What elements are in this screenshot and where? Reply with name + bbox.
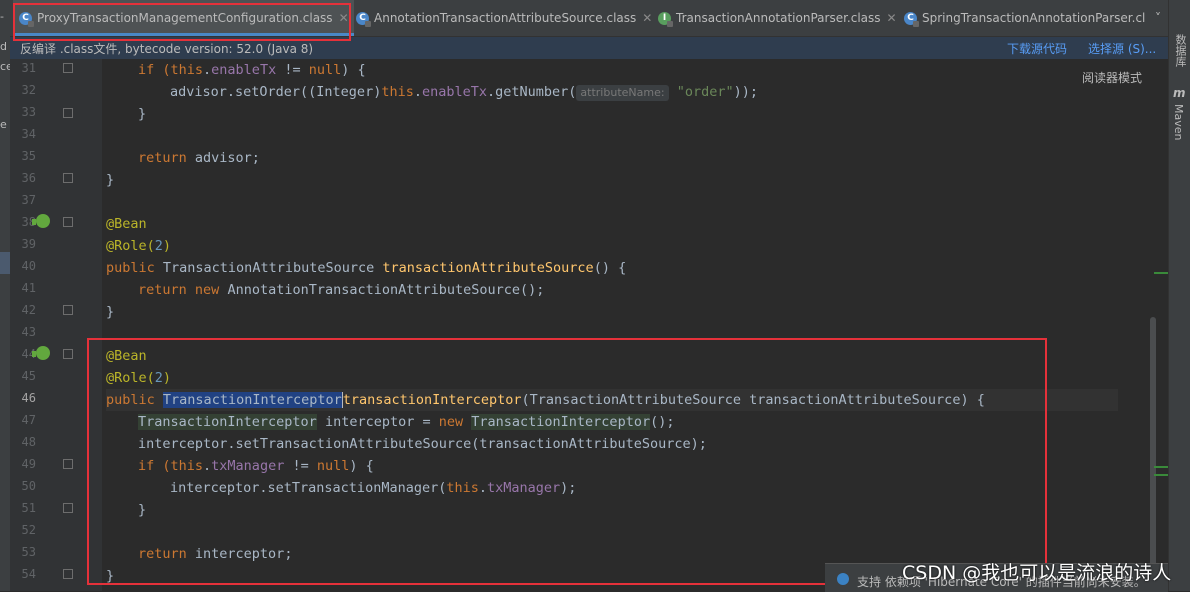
maven-icon: m — [1173, 86, 1186, 100]
maven-tool-button[interactable]: Maven — [1172, 104, 1185, 140]
decompiled-message: 反编译 .class文件, bytecode version: 52.0 (Ja… — [20, 42, 314, 56]
line-number: 49 — [21, 457, 36, 471]
scrollbar-thumb[interactable] — [1150, 317, 1156, 591]
left-strip-label: e — [0, 118, 7, 131]
fold-icon[interactable] — [63, 173, 73, 183]
left-strip-label: - — [0, 10, 4, 23]
line-number: 39 — [21, 237, 36, 251]
tab-spring-transaction-annotation-parser[interactable]: C SpringTransactionAnnotationParser.cl — [900, 0, 1150, 36]
fold-icon[interactable] — [63, 503, 73, 513]
code-line-42: } — [106, 304, 115, 320]
class-icon: C — [904, 11, 919, 27]
code-line-32: advisor.setOrder((Integer)this.enableTx.… — [170, 84, 758, 101]
choose-sources-link[interactable]: 选择源 (S)... — [1088, 40, 1156, 57]
parameter-hint: attributeName: — [576, 85, 669, 101]
line-number: 53 — [21, 545, 36, 559]
line-number: 41 — [21, 281, 36, 295]
database-tool-button[interactable]: 数据库 — [1172, 34, 1188, 67]
spring-bean-icon[interactable] — [32, 346, 50, 360]
download-sources-link[interactable]: 下载源代码 — [1007, 40, 1067, 57]
line-number: 50 — [21, 479, 36, 493]
line-number: 47 — [21, 413, 36, 427]
line-number: 45 — [21, 369, 36, 383]
fold-icon[interactable] — [63, 108, 73, 118]
line-number: 31 — [21, 61, 36, 75]
code-line-35: return advisor; — [138, 150, 260, 166]
line-number: 36 — [21, 171, 36, 185]
left-strip-selection — [0, 252, 10, 274]
line-number-current: 46 — [21, 391, 36, 405]
close-icon[interactable]: ✕ — [642, 11, 652, 25]
tab-transaction-annotation-parser[interactable]: I TransactionAnnotationParser.class ✕ — [654, 0, 898, 36]
tab-label: AnnotationTransactionAttributeSource.cla… — [374, 11, 637, 25]
interface-icon: I — [658, 11, 673, 27]
line-number: 43 — [21, 325, 36, 339]
right-tool-strip: 数据库 m Maven — [1168, 0, 1190, 591]
tab-overflow-chevron-icon[interactable]: ˅ — [1148, 0, 1168, 36]
line-number: 54 — [21, 567, 36, 581]
reader-mode-button[interactable]: 阅读器模式 — [1082, 69, 1142, 86]
line-number: 52 — [21, 523, 36, 537]
line-number: 32 — [21, 83, 36, 97]
code-highlight-box — [87, 338, 1047, 585]
class-icon: C — [356, 11, 371, 27]
tab-label: SpringTransactionAnnotationParser.cl — [922, 11, 1146, 25]
change-marker[interactable] — [1154, 272, 1168, 274]
code-line-36: } — [106, 172, 115, 188]
change-marker[interactable] — [1154, 466, 1168, 468]
left-strip-label: ce — [0, 60, 10, 73]
info-icon — [837, 573, 849, 585]
fold-icon[interactable] — [63, 569, 73, 579]
code-line-40: public TransactionAttributeSource transa… — [106, 260, 627, 276]
change-marker[interactable] — [1154, 474, 1168, 476]
left-strip-label: d — [0, 40, 7, 53]
fold-icon[interactable] — [63, 63, 73, 73]
active-tab-highlight-box — [13, 3, 351, 41]
code-line-33: } — [138, 106, 147, 122]
code-line-41: return new AnnotationTransactionAttribut… — [138, 282, 545, 298]
fold-icon[interactable] — [63, 459, 73, 469]
close-icon[interactable]: ✕ — [887, 11, 897, 25]
line-number: 35 — [21, 149, 36, 163]
line-number: 33 — [21, 105, 36, 119]
tab-label: TransactionAnnotationParser.class — [676, 11, 881, 25]
tab-annotation-transaction-attribute-source[interactable]: C AnnotationTransactionAttributeSource.c… — [352, 0, 656, 36]
line-number: 48 — [21, 435, 36, 449]
csdn-watermark: CSDN @我也可以是流浪的诗人 — [902, 562, 1172, 584]
code-line-31: if (this.enableTx != null) { — [138, 62, 366, 78]
line-number: 51 — [21, 501, 36, 515]
line-number: 42 — [21, 303, 36, 317]
spring-bean-icon[interactable] — [32, 214, 50, 228]
project-tool-strip[interactable]: - d ce e — [0, 0, 10, 591]
line-number: 40 — [21, 259, 36, 273]
fold-icon[interactable] — [63, 217, 73, 227]
editor-scrollbar[interactable] — [1148, 59, 1158, 591]
code-line-38: @Bean — [106, 216, 147, 232]
line-number: 34 — [21, 127, 36, 141]
fold-icon[interactable] — [63, 305, 73, 315]
fold-icon[interactable] — [63, 349, 73, 359]
code-line-39: @Role(2) — [106, 238, 172, 254]
line-number: 37 — [21, 193, 36, 207]
